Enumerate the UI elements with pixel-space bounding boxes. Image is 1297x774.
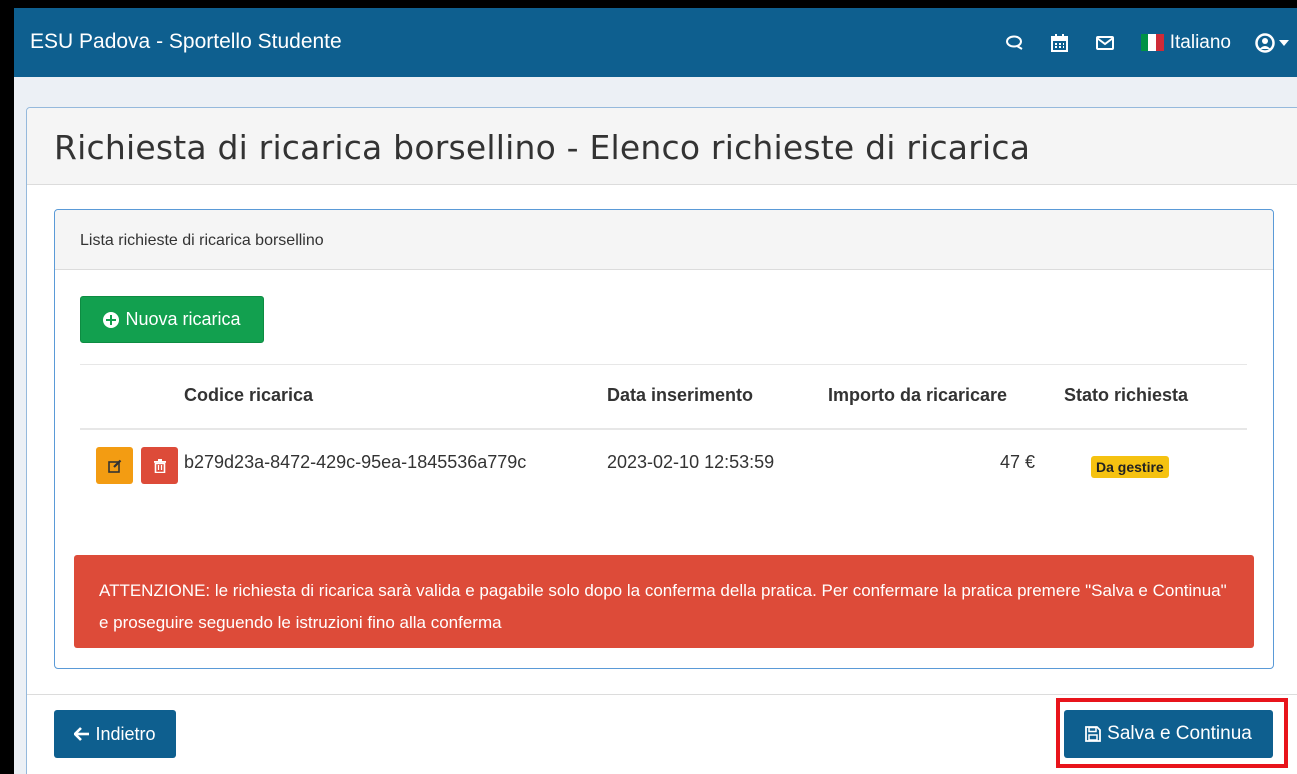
cell-code: b279d23a-8472-429c-95ea-1845536a779c [184, 452, 527, 472]
page-title: Richiesta di ricarica borsellino - Elenc… [54, 128, 1031, 167]
arrow-left-icon [74, 727, 90, 741]
col-header-date: Data inserimento [607, 385, 754, 405]
italy-flag-icon [1140, 34, 1164, 51]
requests-table: Codice ricarica Data inserimento Importo… [80, 364, 1247, 500]
status-badge: Da gestire [1091, 456, 1169, 478]
language-selector[interactable]: Italiano [1140, 31, 1231, 54]
delete-button[interactable] [141, 447, 178, 484]
edit-icon [107, 459, 121, 473]
trash-icon [153, 458, 166, 473]
save-icon [1085, 726, 1102, 742]
table-row: b279d23a-8472-429c-95ea-1845536a779c 202… [80, 430, 1247, 500]
col-header-status: Stato richiesta [1064, 385, 1189, 405]
top-navbar: ESU Padova - Sportello Studente Italiano [14, 8, 1297, 77]
table-header: Codice ricarica Data inserimento Importo… [80, 364, 1247, 430]
warning-alert: ATTENZIONE: le richiesta di ricarica sar… [74, 555, 1254, 648]
navbar-right: Italiano [1005, 8, 1297, 77]
calendar-icon[interactable] [1051, 33, 1069, 52]
save-continue-button[interactable]: Salva e Continua [1064, 710, 1273, 758]
app-title[interactable]: ESU Padova - Sportello Studente [30, 30, 342, 54]
panel-heading: Lista richieste di ricarica borsellino [55, 210, 1273, 270]
col-header-code: Codice ricarica [184, 385, 314, 405]
new-recharge-button[interactable]: Nuova ricarica [80, 296, 264, 343]
edit-button[interactable] [96, 447, 133, 484]
user-circle-icon [1255, 32, 1275, 53]
box-footer: Indietro Salva e Continua [27, 694, 1297, 774]
cell-amount: 47 € [999, 452, 1035, 472]
plus-circle-icon [103, 311, 120, 328]
save-continue-label: Salva e Continua [1107, 723, 1252, 744]
cell-date: 2023-02-10 12:53:59 [607, 452, 775, 472]
user-menu[interactable] [1255, 32, 1289, 53]
new-recharge-label: Nuova ricarica [125, 309, 241, 329]
main-box: Richiesta di ricarica borsellino - Elenc… [26, 107, 1297, 774]
col-header-amount: Importo da ricaricare [828, 385, 1008, 405]
envelope-icon[interactable] [1095, 34, 1114, 52]
comments-icon[interactable] [1005, 34, 1024, 52]
back-button[interactable]: Indietro [54, 710, 176, 758]
requests-panel: Lista richieste di ricarica borsellino N… [54, 209, 1274, 669]
language-label: Italiano [1169, 31, 1231, 53]
app-window: ESU Padova - Sportello Studente Italiano [14, 8, 1297, 774]
chevron-down-icon [1279, 39, 1289, 46]
back-label: Indietro [95, 723, 156, 744]
